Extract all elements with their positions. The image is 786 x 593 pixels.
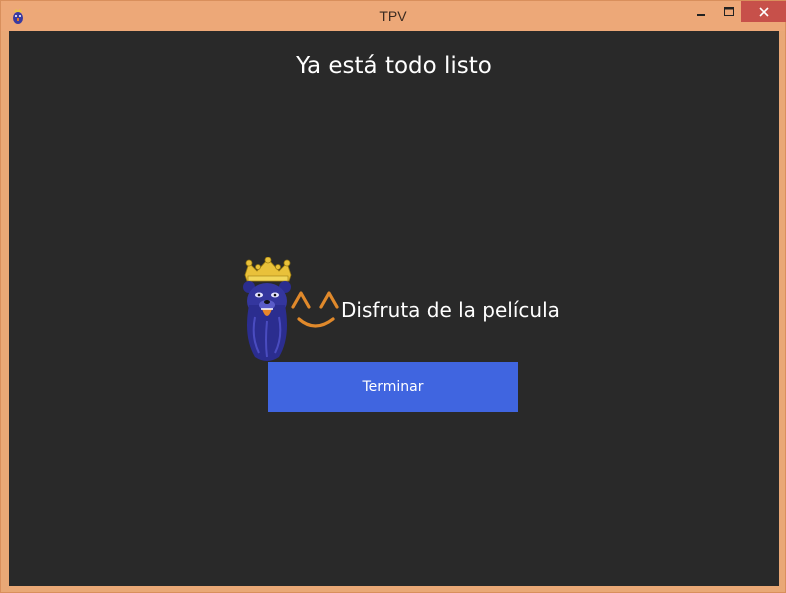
- title-bar[interactable]: TPV: [1, 1, 786, 31]
- main-panel: Ya está todo listo Disfruta de la pelícu…: [9, 31, 779, 586]
- enjoy-message: Disfruta de la película: [341, 298, 560, 322]
- maximize-icon: [724, 6, 734, 16]
- app-window: TPV Ya está todo listo Disfruta de la pe…: [0, 0, 786, 593]
- smile-emoticon-icon: [291, 291, 339, 328]
- page-title: Ya está todo listo: [296, 53, 492, 79]
- window-title: TPV: [379, 8, 407, 24]
- close-icon: [758, 6, 769, 17]
- finish-button[interactable]: Terminar: [268, 362, 518, 412]
- close-button[interactable]: [741, 1, 786, 22]
- crowned-bear-mascot-icon: [243, 257, 292, 361]
- maximize-button[interactable]: [715, 1, 743, 22]
- minimize-button[interactable]: [687, 1, 715, 22]
- minimize-icon: [697, 13, 705, 16]
